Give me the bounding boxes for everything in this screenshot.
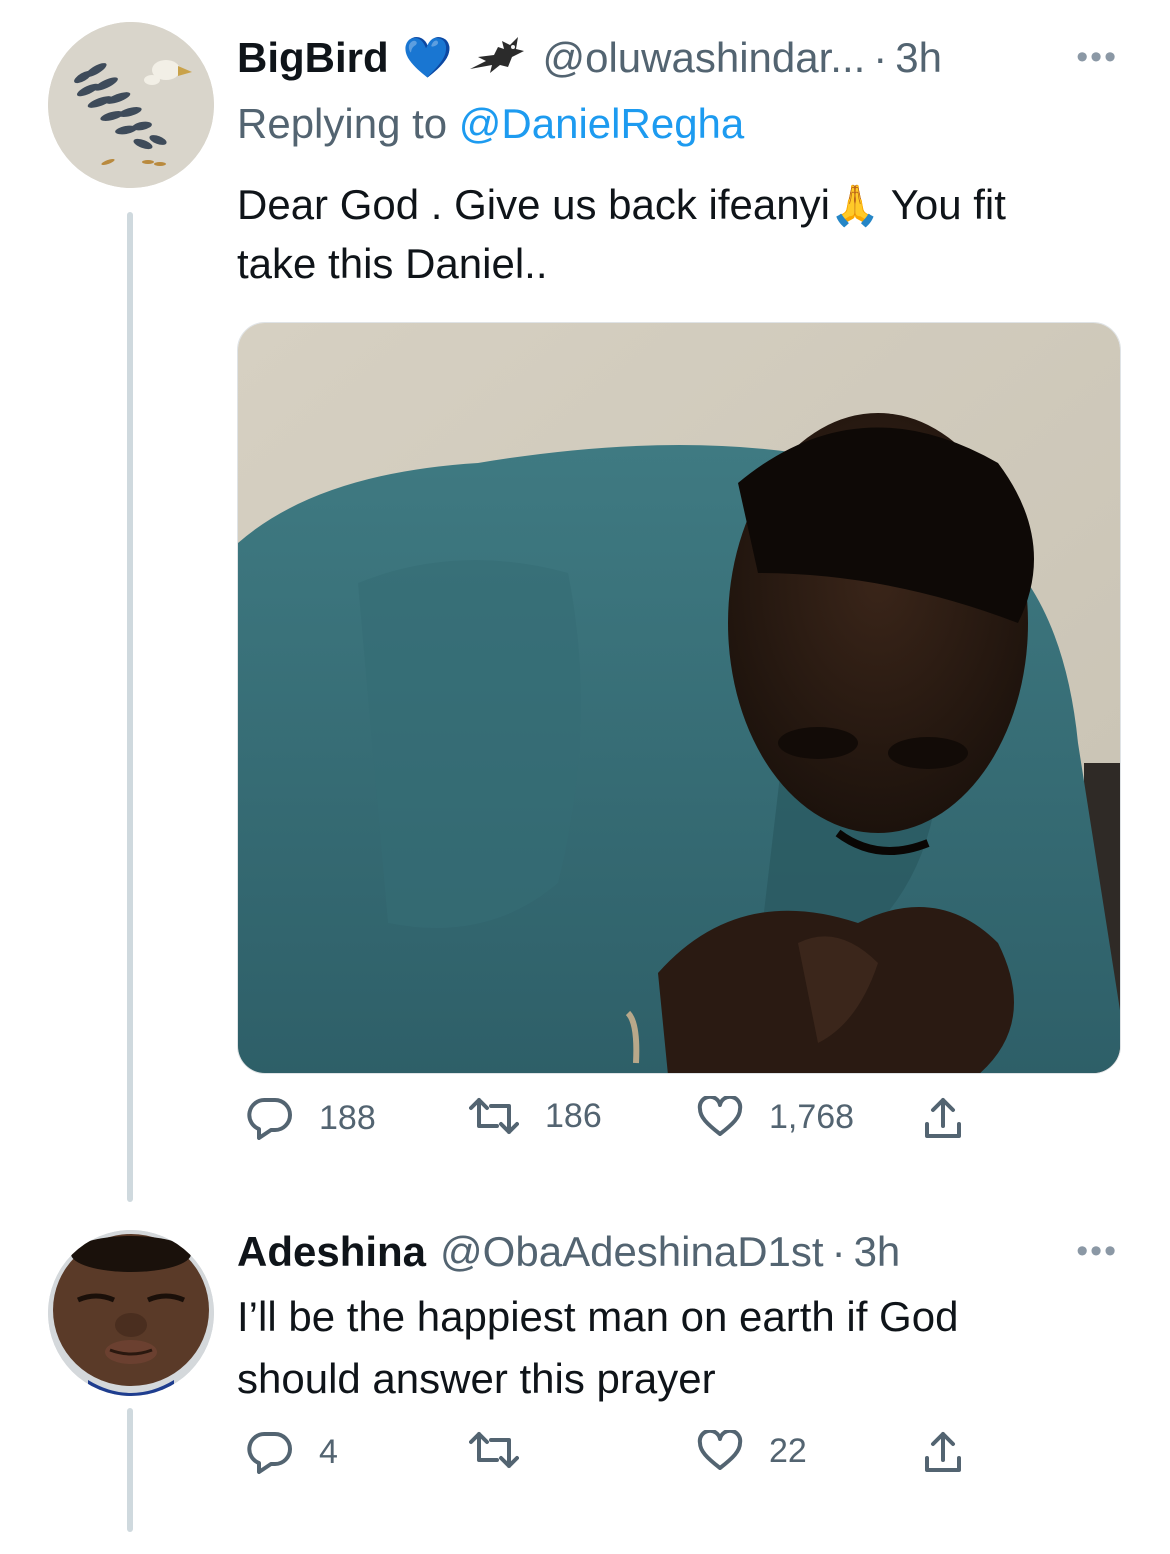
thread-line	[127, 212, 133, 1202]
thread-line-lower	[127, 1408, 133, 1532]
heart-icon	[697, 1096, 743, 1136]
face-selfie-avatar-image	[48, 1230, 214, 1396]
retweet-button[interactable]	[469, 1430, 545, 1470]
reply-button[interactable]: 188	[247, 1096, 376, 1140]
tweet-header: BigBird 💙 @oluwashindar... · 3h	[237, 32, 1130, 84]
tweet-1[interactable]: BigBird 💙 @oluwashindar... · 3h ••• Repl…	[0, 0, 1170, 1202]
replying-to-mention[interactable]: @DanielRegha	[459, 100, 744, 147]
like-count: 22	[769, 1431, 807, 1470]
tweet-text-line-2: should answer this prayer	[237, 1355, 716, 1402]
retweet-icon	[469, 1432, 519, 1468]
timestamp[interactable]: 3h	[895, 32, 942, 84]
eagle-mosaic-avatar-image	[48, 22, 214, 188]
more-options-icon[interactable]: •••	[1076, 1232, 1118, 1271]
display-name[interactable]: Adeshina	[237, 1226, 426, 1278]
praying-man-photo	[238, 323, 1120, 1073]
tweet-text: Dear God . Give us back ifeanyi🙏 You fit…	[237, 176, 1122, 293]
tweet-text-line-2: take this Daniel..	[237, 240, 548, 287]
heart-icon	[697, 1430, 743, 1470]
retweet-button[interactable]: 186	[469, 1096, 602, 1136]
reply-count: 188	[319, 1098, 376, 1137]
reply-icon	[247, 1097, 292, 1140]
reply-button[interactable]: 4	[247, 1430, 338, 1474]
tweet-media-photo[interactable]	[237, 322, 1121, 1074]
replying-prefix: Replying to	[237, 100, 448, 147]
eagle-icon	[468, 35, 526, 81]
avatar-adeshina[interactable]	[48, 1230, 214, 1396]
like-button[interactable]: 1,768	[697, 1096, 854, 1138]
tweet-text-line-1a: Dear God . Give us back ifeanyi	[237, 181, 830, 228]
timestamp[interactable]: 3h	[854, 1226, 901, 1278]
reply-count: 4	[319, 1432, 338, 1471]
tweet-text-line-1: I’ll be the happiest man on earth if God	[237, 1293, 959, 1340]
tweet-2[interactable]: Adeshina @ObaAdeshinaD1st · 3h ••• I’ll …	[0, 1210, 1170, 1554]
like-button[interactable]: 22	[697, 1430, 807, 1472]
folded-hands-emoji: 🙏	[829, 184, 880, 228]
avatar-bigbird[interactable]	[48, 22, 214, 188]
share-icon	[925, 1432, 961, 1472]
blue-heart-emoji: 💙	[402, 36, 453, 80]
reply-icon	[247, 1431, 292, 1474]
user-handle[interactable]: @oluwashindar...	[542, 32, 865, 84]
tweet-text: I’ll be the happiest man on earth if God…	[237, 1286, 1122, 1410]
tweet-actions: 4 22	[237, 1430, 997, 1490]
display-name[interactable]: BigBird	[237, 32, 389, 84]
separator-dot: ·	[873, 34, 888, 81]
tweet-text-line-1b: You fit	[890, 181, 1006, 228]
share-icon	[925, 1098, 961, 1138]
more-options-icon[interactable]: •••	[1076, 38, 1118, 77]
tweet-header: Adeshina @ObaAdeshinaD1st · 3h	[237, 1226, 1130, 1278]
retweet-count: 186	[545, 1096, 602, 1135]
tweet-actions: 188 186 1,768	[237, 1096, 997, 1156]
replying-to-line: Replying to @DanielRegha	[237, 100, 744, 148]
share-button[interactable]	[923, 1096, 989, 1140]
like-count: 1,768	[769, 1097, 855, 1136]
separator-dot: ·	[831, 1228, 846, 1275]
user-handle[interactable]: @ObaAdeshinaD1st	[440, 1226, 824, 1278]
retweet-icon	[469, 1098, 519, 1134]
share-button[interactable]	[923, 1430, 989, 1474]
